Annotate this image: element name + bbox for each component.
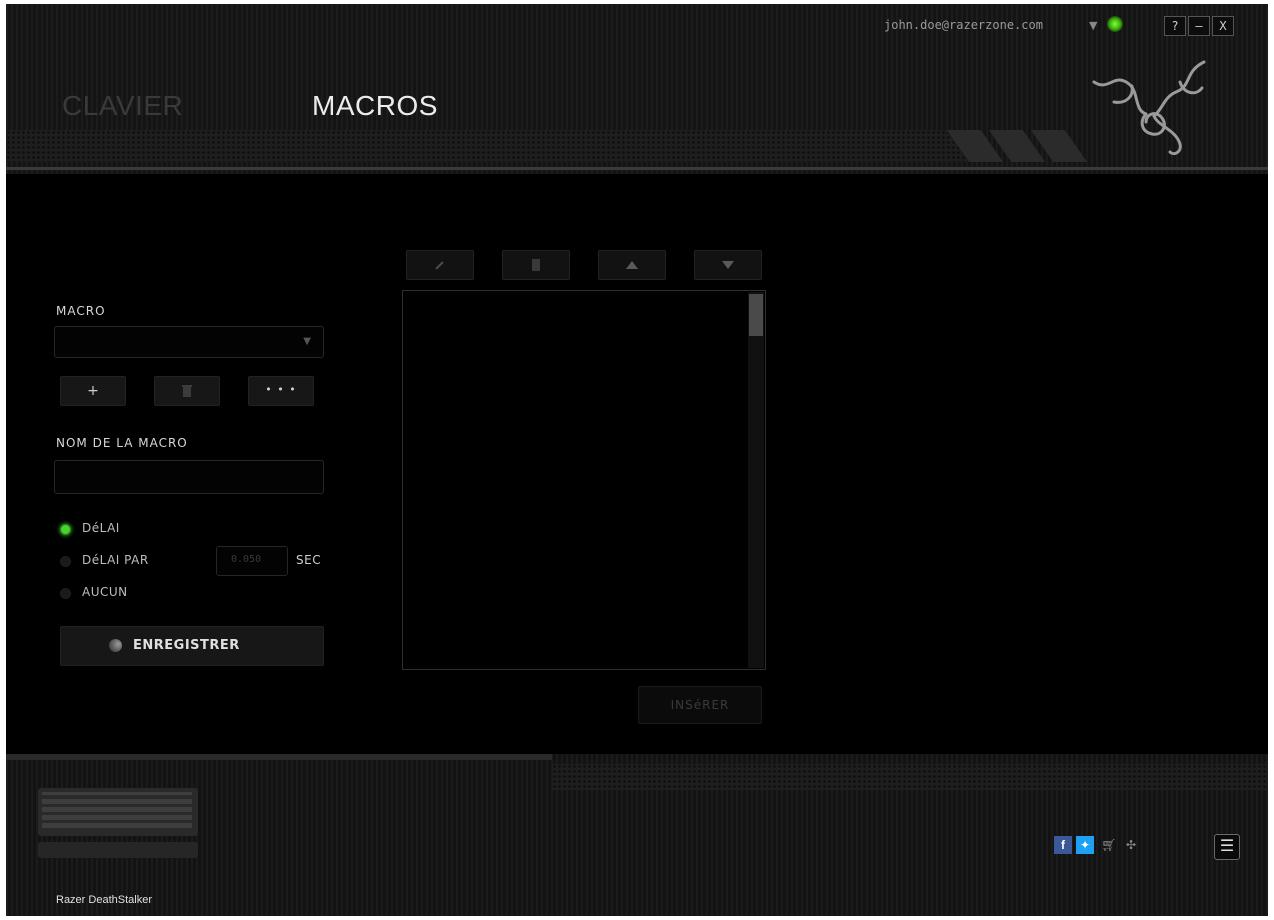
move-down-icon [722, 261, 734, 269]
macro-editor: MACRO ▼ + • • • NOM DE LA MACRO DéLAI Dé… [6, 174, 1268, 754]
synapse-window: CLAVIER MACROS john.doe@razerzone.com ▼ … [6, 4, 1268, 916]
record-button-label: ENREGISTRER [133, 638, 240, 653]
delay-radio[interactable] [60, 524, 71, 535]
cart-icon[interactable]: 🛒︎ [1100, 836, 1118, 854]
macro-name-input[interactable] [54, 460, 324, 494]
tab-clavier[interactable]: CLAVIER [62, 90, 183, 122]
no-delay-radio-label[interactable]: AUCUN [82, 585, 128, 599]
edit-icon [435, 261, 444, 270]
scrollbar-thumb[interactable] [749, 294, 763, 336]
insert-button[interactable]: INSéRER [638, 686, 762, 724]
help-button[interactable]: ? [1164, 16, 1186, 36]
delay-per-radio-label[interactable]: DéLAI PAR [82, 553, 149, 567]
menu-icon[interactable]: ☰ [1214, 834, 1240, 860]
minimize-button[interactable]: – [1188, 16, 1210, 36]
delay-seconds-value: 0.050 [231, 554, 262, 565]
footer-divider [6, 754, 552, 760]
header: CLAVIER MACROS john.doe@razerzone.com ▼ … [6, 4, 1268, 174]
macro-events-list[interactable] [402, 290, 766, 670]
move-up-icon [626, 261, 638, 269]
more-options-button[interactable]: • • • [248, 376, 314, 406]
device-name: Razer DeathStalker [56, 894, 152, 906]
trash-icon [532, 259, 540, 271]
razer-logo-icon [1092, 60, 1206, 156]
delay-radio-label[interactable]: DéLAI [82, 521, 120, 535]
header-divider [6, 167, 1268, 170]
twitter-icon[interactable]: ✦ [1076, 836, 1094, 854]
keyboard-image [38, 788, 198, 858]
account-email[interactable]: john.doe@razerzone.com [884, 18, 1043, 32]
record-button[interactable]: ENREGISTRER [60, 626, 324, 666]
delete-event-button[interactable] [502, 250, 570, 280]
header-mesh-band [6, 130, 966, 162]
trash-icon [182, 385, 192, 397]
chevron-down-icon: ▼ [303, 336, 311, 347]
move-up-button[interactable] [598, 250, 666, 280]
no-delay-radio[interactable] [60, 588, 71, 599]
footer: Razer DeathStalker f ✦ 🛒︎ ✣ ☰ [6, 754, 1268, 916]
close-button[interactable]: X [1212, 16, 1234, 36]
move-down-button[interactable] [694, 250, 762, 280]
add-macro-button[interactable]: + [60, 376, 126, 406]
macro-select[interactable]: ▼ [54, 326, 324, 358]
edit-event-button[interactable] [406, 250, 474, 280]
record-icon [109, 639, 122, 652]
razer-icon[interactable]: ✣ [1122, 836, 1140, 854]
delay-unit-label: SEC [296, 553, 322, 567]
scrollbar[interactable] [748, 292, 764, 668]
caret-down-icon[interactable]: ▼ [1089, 19, 1097, 32]
facebook-icon[interactable]: f [1054, 836, 1072, 854]
delete-macro-button[interactable] [154, 376, 220, 406]
footer-mesh-band [552, 764, 1268, 790]
tab-macros[interactable]: MACROS [312, 90, 438, 122]
delay-seconds-input[interactable]: 0.050 [216, 546, 288, 576]
delay-per-radio[interactable] [60, 556, 71, 567]
macro-name-label: NOM DE LA MACRO [56, 436, 188, 450]
macro-label: MACRO [56, 304, 106, 318]
online-status-icon [1107, 16, 1123, 32]
